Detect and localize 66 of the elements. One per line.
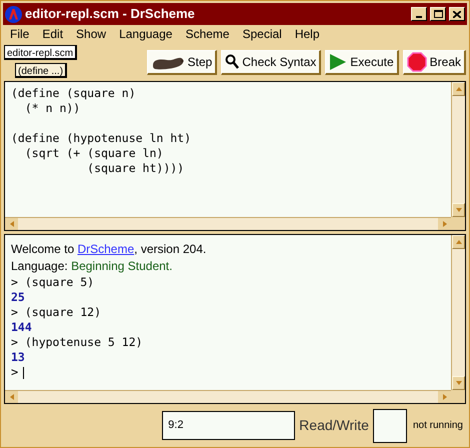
define-menu-button[interactable]: (define ...) <box>15 63 68 78</box>
menu-item[interactable]: Edit <box>42 25 64 43</box>
language-message: Language: Beginning Student. <box>11 258 174 275</box>
window-title: editor-repl.scm - DrScheme <box>25 5 196 24</box>
stop-icon <box>406 52 427 72</box>
code-line: (define (hypotenuse ln ht) <box>11 131 192 146</box>
drscheme-link[interactable]: DrScheme <box>77 242 134 256</box>
repl-input-text: > (square 5) <box>11 275 94 290</box>
search-icon <box>225 54 240 70</box>
horizontal-scrollbar[interactable] <box>5 390 451 403</box>
scroll-left-button[interactable] <box>5 391 18 403</box>
right-arrow-icon <box>442 394 448 400</box>
status-indicator <box>372 408 407 442</box>
up-arrow-icon <box>456 86 462 92</box>
up-arrow-icon <box>456 239 462 245</box>
minimize-icon <box>416 16 422 18</box>
play-icon <box>329 53 348 71</box>
scroll-down-button[interactable] <box>452 203 465 217</box>
down-arrow-icon <box>456 380 462 386</box>
left-arrow-icon <box>8 221 14 227</box>
step-button[interactable]: Step <box>146 50 218 75</box>
scroll-right-button[interactable] <box>438 391 451 403</box>
scroll-right-button[interactable] <box>438 218 451 230</box>
repl-output-text: 25 <box>11 290 25 305</box>
menu-item[interactable]: Help <box>294 25 320 43</box>
read-write-label: Read/Write <box>299 416 369 435</box>
repl-input-text: > (hypotenuse 5 12) <box>11 335 143 350</box>
repl-output-text: 13 <box>11 350 25 365</box>
execute-button[interactable]: Execute <box>325 50 399 75</box>
scroll-down-button[interactable] <box>452 376 465 390</box>
menu-item[interactable]: Show <box>76 25 106 43</box>
scroll-up-button[interactable] <box>452 82 465 96</box>
menu-item[interactable]: Scheme <box>185 25 230 43</box>
code-line: (sqrt (+ (square ln) <box>24 146 164 161</box>
vertical-scrollbar[interactable] <box>451 235 465 390</box>
maximize-icon <box>434 10 442 18</box>
scroll-up-button[interactable] <box>452 235 465 249</box>
menu-item[interactable]: Special <box>242 25 282 43</box>
code-line: (define (square n) <box>11 86 136 101</box>
break-button[interactable]: Break <box>402 50 466 75</box>
close-icon <box>453 10 461 18</box>
repl-input-text: > (square 12) <box>11 305 102 320</box>
close-button[interactable] <box>449 7 465 21</box>
text-cursor <box>23 366 24 378</box>
horizontal-scrollbar[interactable] <box>5 217 451 230</box>
repl-prompt: > <box>11 365 18 380</box>
interactions-pane[interactable]: Welcome to DrScheme, version 204. Language: Beginning Student. > (square 5) 25 > (square 12) 144 > (hypotenuse 5 12) 13 > <box>4 234 466 404</box>
maximize-button[interactable] <box>430 7 446 21</box>
scroll-left-button[interactable] <box>5 218 18 230</box>
code-line: (* n n)) <box>24 101 80 116</box>
minimize-button[interactable] <box>411 7 427 21</box>
position-field: 9:2 <box>162 411 296 440</box>
left-arrow-icon <box>8 394 14 400</box>
file-tab[interactable]: editor-repl.scm <box>4 45 78 60</box>
definitions-pane[interactable]: (define (square n) (* n n)) (define (hypotenuse ln ht) (sqrt (+ (square ln) (square ht)))) <box>4 81 466 231</box>
check-button[interactable]: Check Syntax <box>221 50 322 75</box>
repl-output-text: 144 <box>11 320 32 335</box>
code-line: (square ht)))) <box>86 161 184 176</box>
menu-item[interactable]: Language <box>119 25 172 43</box>
vertical-scrollbar[interactable] <box>451 82 465 217</box>
down-arrow-icon <box>456 207 462 213</box>
right-arrow-icon <box>442 221 448 227</box>
welcome-message: Welcome to DrScheme, version 204. <box>11 241 208 258</box>
menu-item[interactable]: File <box>10 25 30 43</box>
lambda-logo-icon <box>5 6 22 22</box>
running-status: not running <box>412 419 463 433</box>
